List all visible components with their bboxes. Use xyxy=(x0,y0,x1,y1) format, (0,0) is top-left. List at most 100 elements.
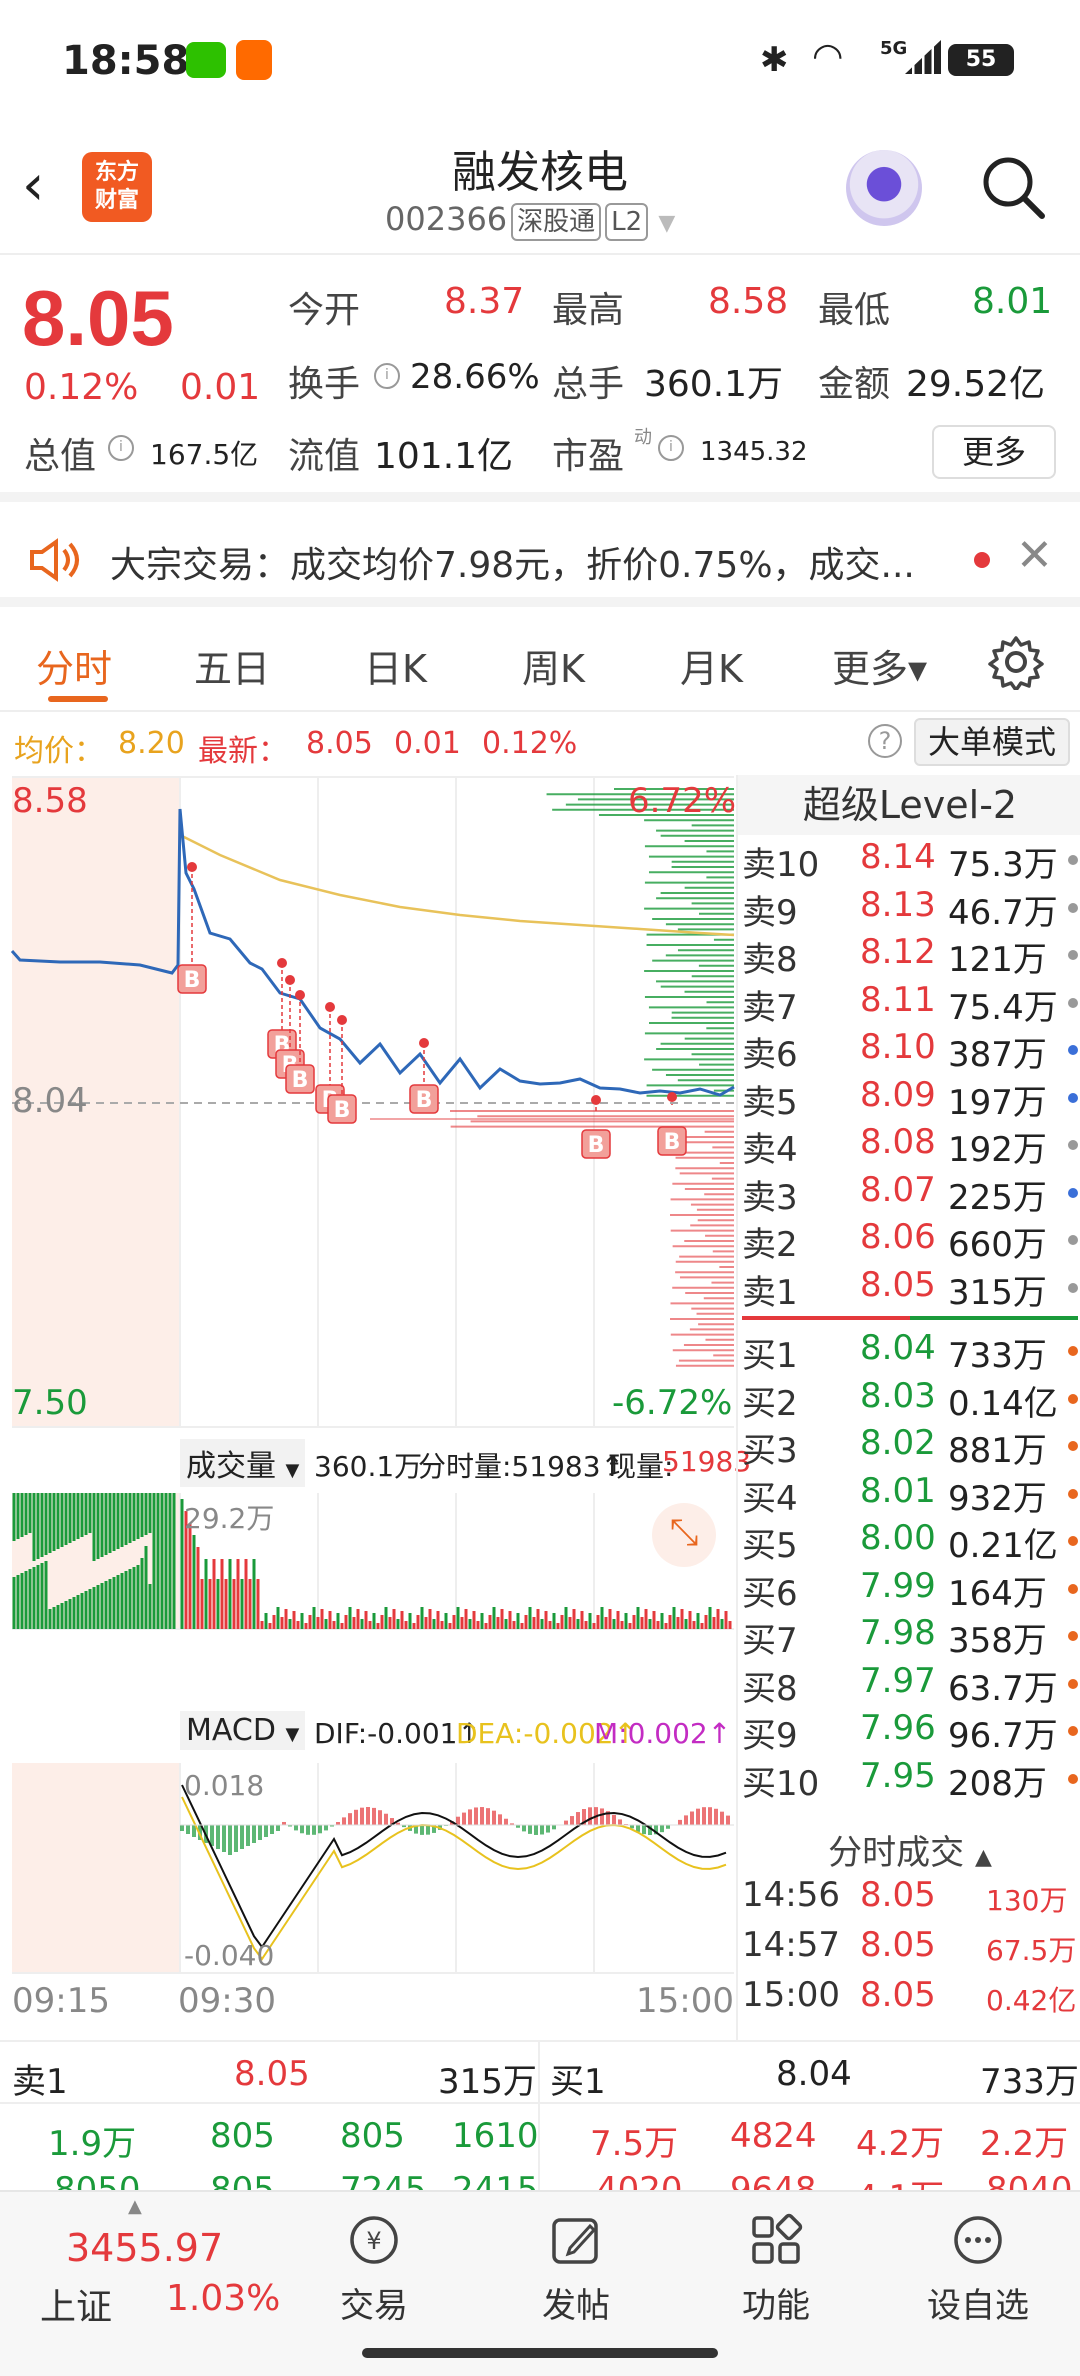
macd-top-label: 0.018 xyxy=(184,1769,265,1802)
summary-header-line xyxy=(0,2102,1080,2104)
volume-max-label: 29.2万 xyxy=(184,1502,275,1535)
index-ticker[interactable]: ▲ 3455.97 上证 1.03% xyxy=(0,2192,290,2342)
more-dots-icon xyxy=(950,2212,1006,2268)
bid-row[interactable]: 买4 8.01 932万 xyxy=(738,1471,1080,1519)
battery-icon: 55 xyxy=(948,44,1014,76)
bid-queue-item: 8040 xyxy=(986,2170,1073,2190)
bid-row[interactable]: 买1 8.04 733万 xyxy=(738,1328,1080,1376)
more-button[interactable]: 更多 xyxy=(932,425,1056,479)
notice-bar[interactable]: 大宗交易：成交均价7.98元，折价0.75%，成交... ✕ xyxy=(0,512,1080,607)
signal-dot xyxy=(295,990,305,1000)
bid-row[interactable]: 买5 8.00 0.21亿 xyxy=(738,1518,1080,1566)
ask-label: 卖5 xyxy=(742,1082,798,1123)
shenzhen-connect-tag: 深股通 xyxy=(511,203,602,241)
bid-volume: 881万 xyxy=(948,1431,1047,1471)
stock-header: ‹ 东方 财富 融发核电 002366 深股通 L2 ▼ xyxy=(0,120,1080,255)
trades-title-text: 分时成交 xyxy=(828,1833,965,1873)
intraday-chart[interactable]: BBBBBBBBB 8.58 7.50 8.04 6.72% -6.72% 成交… xyxy=(0,775,751,2045)
index-percent: 1.03% xyxy=(166,2278,281,2319)
signal-dot xyxy=(667,1092,677,1102)
close-icon[interactable]: ✕ xyxy=(1016,530,1053,581)
ask-row[interactable]: 卖10 8.14 75.3万 xyxy=(738,837,1080,885)
ask-row[interactable]: 卖5 8.09 197万 xyxy=(738,1075,1080,1123)
nav-trade[interactable]: ¥ 交易 xyxy=(304,2212,444,2327)
bid-row[interactable]: 买2 8.03 0.14亿 xyxy=(738,1376,1080,1424)
bottom-nav: ▲ 3455.97 上证 1.03% ¥ 交易 发帖 功能 设自选 xyxy=(0,2190,1080,2376)
bid-row[interactable]: 买7 7.98 358万 xyxy=(738,1613,1080,1661)
tab-weekly-k[interactable]: 周K xyxy=(522,638,585,693)
info-icon[interactable]: i xyxy=(374,363,400,389)
signal-dot xyxy=(337,1015,347,1025)
order-book-title[interactable]: 超级Level-2 xyxy=(738,775,1080,835)
ask-label: 卖9 xyxy=(742,892,798,933)
bid-row[interactable]: 买8 7.97 63.7万 xyxy=(738,1661,1080,1709)
buy-signal-label: B xyxy=(292,1068,309,1093)
tab-five-day[interactable]: 五日 xyxy=(194,638,270,693)
ask-row[interactable]: 卖7 8.11 75.4万 xyxy=(738,980,1080,1028)
float-cap-value: 101.1亿 xyxy=(374,436,514,477)
nav-add-watchlist[interactable]: 设自选 xyxy=(908,2212,1048,2327)
current-price: 8.05 xyxy=(22,274,174,362)
ask-row[interactable]: 卖1 8.05 315万 xyxy=(738,1265,1080,1313)
trades-title[interactable]: 分时成交 ▲ xyxy=(738,1825,1080,1874)
ask-price: 8.10 xyxy=(860,1027,936,1067)
last-percent: 0.12% xyxy=(482,726,578,761)
signal-dot xyxy=(325,1002,335,1012)
market-cap-label: 总值 xyxy=(24,436,97,477)
ask-price: 8.12 xyxy=(860,932,936,972)
bid-label: 买1 xyxy=(742,1336,798,1376)
expand-icon[interactable]: ⤡ xyxy=(652,1503,716,1567)
wechat-icon xyxy=(186,42,226,78)
bid-volume: 63.7万 xyxy=(948,1668,1058,1709)
macd-selector-label: MACD xyxy=(186,1713,276,1748)
volume-selector[interactable]: 成交量 ▼ xyxy=(180,1439,306,1487)
quote-panel: 8.05 0.12% 0.01 今开 8.37 最高 8.58 最低 8.01 … xyxy=(0,257,1080,502)
tab-intraday[interactable]: 分时 xyxy=(36,638,112,693)
book-divider xyxy=(742,1316,1078,1320)
chevron-up-icon: ▲ xyxy=(974,1845,992,1870)
change-amount: 0.01 xyxy=(180,367,261,408)
buy-signal-label: B xyxy=(184,968,201,993)
stock-code-row[interactable]: 002366 深股通 L2 ▼ xyxy=(385,200,675,241)
time-open-label: 09:30 xyxy=(178,1981,276,2021)
market-cap-value: 167.5亿 xyxy=(150,438,259,471)
tab-more[interactable]: 更多▾ xyxy=(832,638,927,693)
ask1-volume: 315万 xyxy=(438,2062,537,2102)
info-icon[interactable]: i xyxy=(108,435,134,461)
settings-gear-icon[interactable] xyxy=(988,634,1044,694)
bid-label: 买7 xyxy=(742,1621,798,1661)
macd-selector[interactable]: MACD ▼ xyxy=(180,1711,306,1750)
nav-post[interactable]: 发帖 xyxy=(506,2212,646,2327)
tab-daily-k[interactable]: 日K xyxy=(364,638,427,693)
nav-functions[interactable]: 功能 xyxy=(706,2212,846,2327)
trade-volume: 130万 xyxy=(986,1884,1068,1917)
ask-volume: 660万 xyxy=(948,1225,1047,1265)
bid-row[interactable]: 买3 8.02 881万 xyxy=(738,1423,1080,1471)
bid-row[interactable]: 买10 7.95 208万 xyxy=(738,1756,1080,1804)
search-icon[interactable] xyxy=(978,152,1045,219)
nav-functions-label: 功能 xyxy=(742,2286,810,2326)
tab-monthly-k[interactable]: 月K xyxy=(680,638,743,693)
ask-row[interactable]: 卖8 8.12 121万 xyxy=(738,932,1080,980)
bid-price: 7.99 xyxy=(860,1565,936,1606)
help-icon[interactable]: ? xyxy=(868,724,902,758)
robot-assistant-icon[interactable] xyxy=(846,150,922,226)
info-icon[interactable]: i xyxy=(658,435,684,461)
bid-label: 买9 xyxy=(742,1716,798,1756)
turnover-label: 换手 xyxy=(288,364,361,405)
bid-volume: 96.7万 xyxy=(948,1716,1058,1756)
bid-label: 买3 xyxy=(742,1431,798,1471)
ask-row[interactable]: 卖3 8.07 225万 xyxy=(738,1170,1080,1218)
ask-volume: 197万 xyxy=(948,1082,1047,1123)
ask-row[interactable]: 卖9 8.13 46.7万 xyxy=(738,885,1080,933)
turnover-value: 28.66% xyxy=(410,357,540,397)
bid-row[interactable]: 买9 7.96 96.7万 xyxy=(738,1708,1080,1756)
ask-row[interactable]: 卖2 8.06 660万 xyxy=(738,1217,1080,1265)
svg-text:¥: ¥ xyxy=(366,2227,381,2255)
ask-row[interactable]: 卖6 8.10 387万 xyxy=(738,1027,1080,1075)
bid-row[interactable]: 买6 7.99 164万 xyxy=(738,1566,1080,1614)
ask-volume: 225万 xyxy=(948,1177,1047,1218)
ask-row[interactable]: 卖4 8.08 192万 xyxy=(738,1122,1080,1170)
big-order-mode-button[interactable]: 大单模式 xyxy=(914,718,1070,766)
signal-dot xyxy=(285,975,295,985)
